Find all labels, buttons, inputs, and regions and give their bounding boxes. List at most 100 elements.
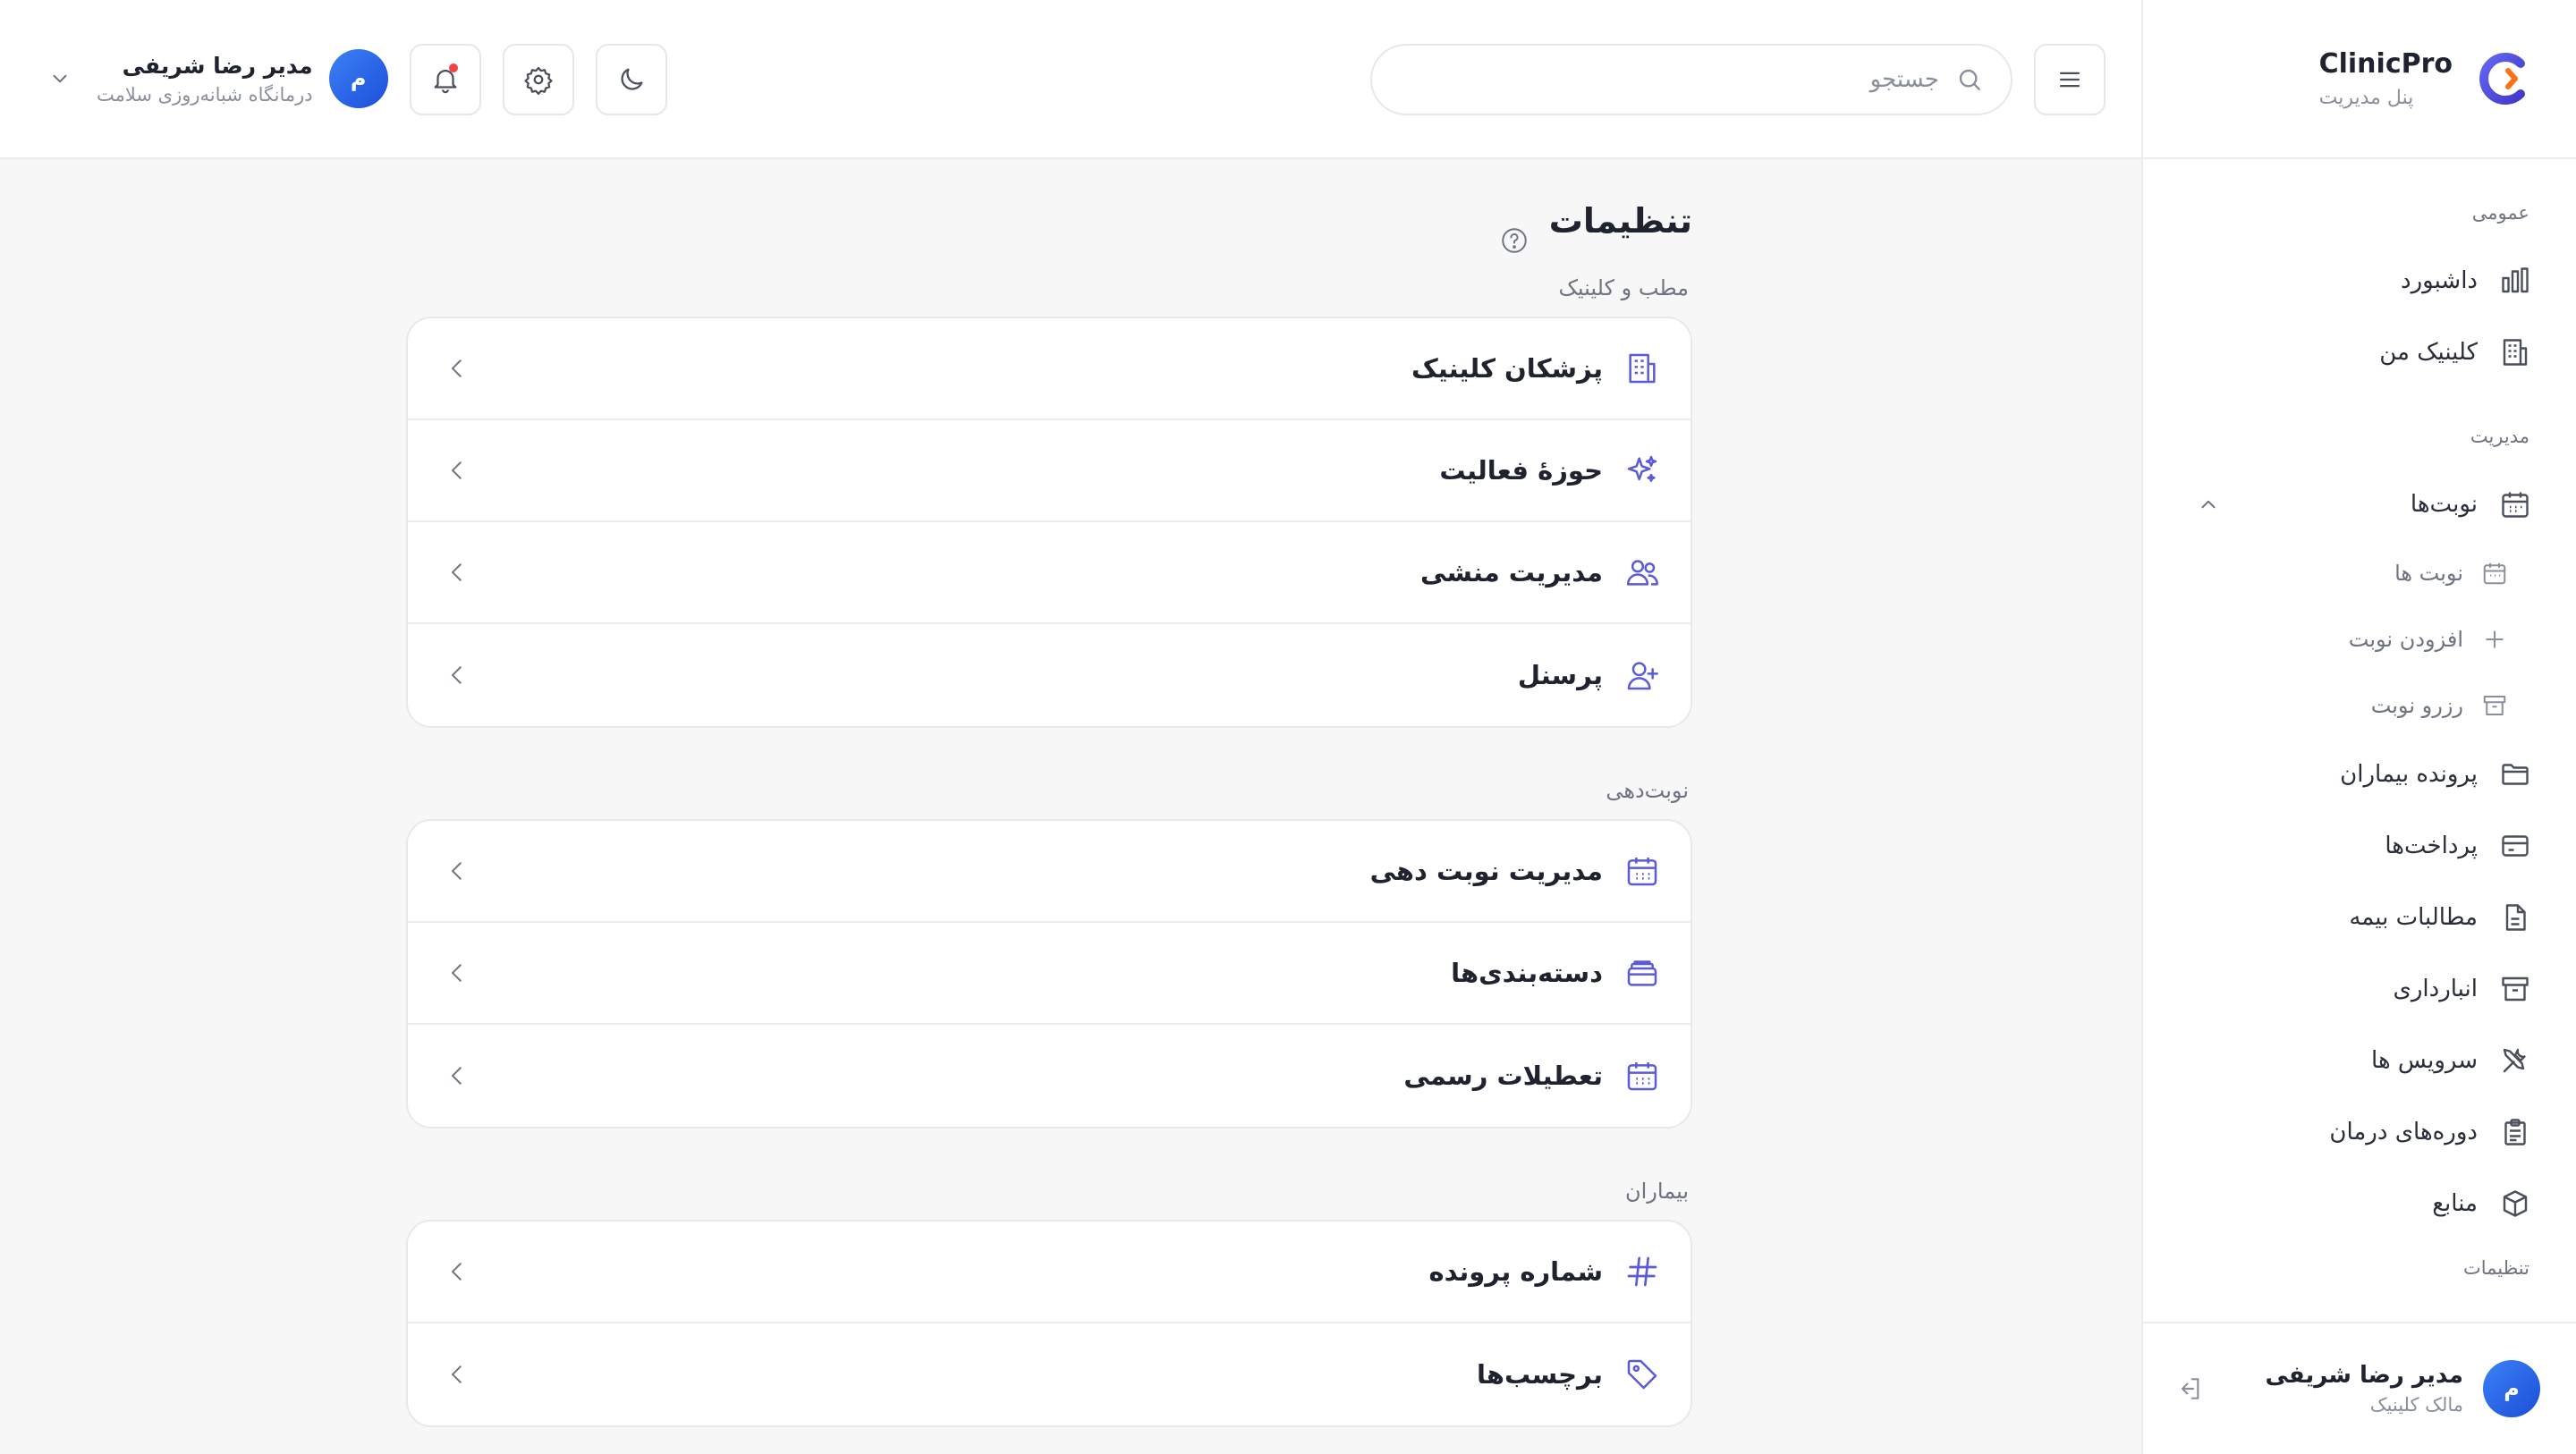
settings-row-label: تعطیلات رسمی [1403,1061,1603,1091]
user-plus-icon [1627,662,1658,690]
box-icon [2503,1190,2528,1217]
settings-row-clinic-doctors[interactable]: پزشکان کلینیک [408,318,1690,420]
sidebar-item-label: پرداخت‌ها [2385,833,2478,859]
chevron-down-icon [53,74,67,83]
search-input[interactable] [1372,46,1939,114]
settings-row-personnel[interactable]: پرسنل [408,624,1690,726]
settings-panel: تنظیمات مطب و کلینیک پزشکان کلینیک حوزهٔ… [406,159,1692,1427]
calendar-icon [1627,858,1657,886]
sidebar-subitem-reserve-appointment[interactable]: رزرو نوبت [2188,672,2531,739]
calendar-icon [2483,562,2506,585]
sidebar-subitem-add-appointment[interactable]: افزودن نوبت [2188,606,2531,672]
sidebar-subitem-appointments[interactable]: نوبت ها [2188,540,2531,606]
sidebar-item-payments[interactable]: پرداخت‌ها [2188,810,2531,882]
calendar-icon [2502,492,2529,518]
sidebar-item-label: دوره‌های درمان [2329,1119,2478,1145]
settings-row-label: حوزهٔ فعالیت [1439,455,1603,486]
sidebar-item-services[interactable]: سرویس ها [2188,1025,2531,1096]
menu-toggle-button[interactable] [2034,44,2106,115]
clinicpro-logo-icon [2479,53,2525,105]
settings-row-activity-field[interactable]: حوزهٔ فعالیت [408,420,1690,522]
settings-row-categories[interactable]: دسته‌بندی‌ها [408,923,1690,1025]
chevron-up-icon[interactable] [2197,493,2220,516]
settings-row-label: برچسب‌ها [1476,1359,1603,1390]
app-root: ClinicPro پنل مدیریت عمومی داشبورد کلینی… [0,0,2576,1454]
header-user-menu[interactable]: م مدیر رضا شریفی درمانگاه شبانه‌روزی سلا… [48,46,388,111]
file-icon [2505,904,2526,931]
credit-card-icon [2502,835,2529,857]
sidebar: ClinicPro پنل مدیریت عمومی داشبورد کلینی… [2141,0,2576,1454]
theme-toggle-button[interactable] [596,44,667,115]
settings-row-label: مدیریت منشی [1420,557,1603,588]
chevron-left-icon [452,359,462,377]
nav-section-management: مدیریت [2470,426,2529,447]
gear-icon [524,66,553,95]
sidebar-item-appointments[interactable]: نوبت‌ها [2188,469,2531,540]
settings-row-label: دسته‌بندی‌ها [1451,958,1603,988]
section-label-scheduling: نوبت‌دهی [1606,778,1689,803]
building-icon [1629,353,1656,384]
avatar[interactable]: م [2483,1360,2540,1417]
archive-icon [2483,696,2506,715]
sidebar-subitem-label: رزرو نوبت [2370,693,2463,718]
sidebar-user-role: مالک کلینیک [2369,1394,2463,1416]
settings-button[interactable] [503,44,574,115]
avatar: م [328,49,388,108]
sidebar-item-my-clinic[interactable]: کلینیک من [2188,317,2531,388]
page-title: تنظیمات [1548,201,1692,241]
settings-row-label: پرسنل [1517,660,1603,690]
settings-row-scheduling-management[interactable]: مدیریت نوبت دهی [408,821,1690,923]
hash-icon [1627,1256,1657,1287]
search-bar [1370,44,2012,115]
chevron-left-icon [452,1365,462,1383]
chevron-left-icon [452,1263,462,1281]
settings-card-patients: شماره پرونده برچسب‌ها [406,1220,1692,1427]
chevron-left-icon [452,964,462,982]
tag-icon [1627,1359,1657,1390]
settings-row-tags[interactable]: برچسب‌ها [408,1323,1690,1425]
sidebar-item-label: مطالبات بیمه [2349,904,2478,931]
sidebar-item-insurance-claims[interactable]: مطالبات بیمه [2188,882,2531,953]
settings-row-official-holidays[interactable]: تعطیلات رسمی [408,1025,1690,1127]
hamburger-icon [2059,72,2080,88]
tools-icon [2503,1048,2526,1073]
brand-subtitle: پنل مدیریت [2318,87,2414,109]
sidebar-item-label: منابع [2432,1190,2478,1217]
sidebar-item-label: نوبت‌ها [2410,491,2478,518]
sidebar-item-resources[interactable]: منابع [2188,1168,2531,1239]
archive-icon [2502,976,2529,1002]
sidebar-item-dashboard[interactable]: داشبورد [2188,245,2531,317]
logout-icon[interactable] [2175,1374,2204,1403]
sidebar-user-card: م مدیر رضا شریفی مالک کلینیک [2143,1322,2576,1454]
sidebar-item-inventory[interactable]: انبارداری [2188,953,2531,1025]
top-header: م مدیر رضا شریفی درمانگاه شبانه‌روزی سلا… [0,0,2141,159]
chevron-left-icon [452,862,462,880]
settings-card-scheduling: مدیریت نوبت دهی دسته‌بندی‌ها تعطیلات رسم… [406,819,1692,1129]
notifications-button[interactable] [410,44,481,115]
nav-section-general: عمومی [2471,202,2529,224]
calendar-icon [1627,1062,1657,1091]
sidebar-subitem-label: نوبت ها [2394,561,2463,586]
sidebar-item-label: کلینیک من [2379,339,2478,366]
chevron-left-icon [452,563,462,581]
plus-icon [2486,630,2504,648]
users-icon [1626,560,1658,586]
sidebar-item-label: داشبورد [2401,267,2478,294]
settings-row-label: مدیریت نوبت دهی [1369,856,1603,886]
building-icon [2503,339,2528,366]
chevron-left-icon [452,1067,462,1085]
settings-row-label: شماره پرونده [1428,1256,1603,1287]
sidebar-item-treatment-courses[interactable]: دوره‌های درمان [2188,1096,2531,1168]
help-icon[interactable] [1499,225,1530,256]
brand[interactable]: ClinicPro پنل مدیریت [2143,0,2576,159]
main-content: تنظیمات مطب و کلینیک پزشکان کلینیک حوزهٔ… [0,159,2141,1454]
settings-row-label: پزشکان کلینیک [1411,353,1603,384]
settings-row-file-number[interactable]: شماره پرونده [408,1222,1690,1323]
settings-row-secretary-management[interactable]: مدیریت منشی [408,522,1690,624]
sidebar-item-patient-files[interactable]: پرونده بیماران [2188,739,2531,810]
clipboard-icon [2504,1119,2526,1145]
folder-icon [2502,764,2529,785]
header-user-clinic: درمانگاه شبانه‌روزی سلامت [97,83,313,106]
section-label-patients: بیماران [1625,1179,1689,1204]
header-user-name: مدیر رضا شریفی [122,52,313,79]
